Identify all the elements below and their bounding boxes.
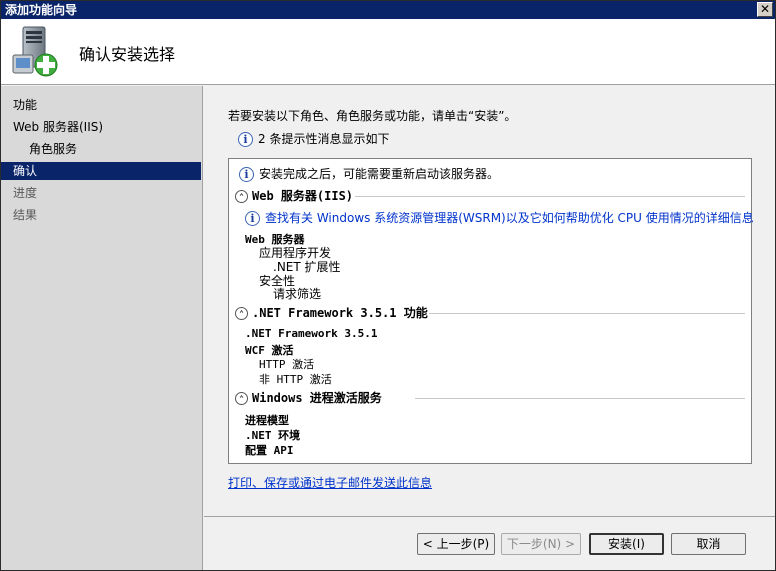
info-summary: i 2 条提示性消息显示如下 xyxy=(238,130,389,148)
section-header-process-activation[interactable]: ⌃ Windows 进程激活服务 xyxy=(235,389,382,406)
list-item: .NET 环境 xyxy=(245,429,301,442)
sidebar-item-features[interactable]: 功能 xyxy=(1,96,201,114)
footer-divider xyxy=(204,516,775,517)
window-title: 添加功能向导 xyxy=(5,3,78,17)
section-title: .NET Framework 3.5.1 功能 xyxy=(252,306,428,320)
list-item: 配置 API xyxy=(245,444,294,457)
title-bar: 添加功能向导 ✕ xyxy=(1,1,775,19)
list-item: 非 HTTP 激活 xyxy=(259,373,332,386)
section-title: Web 服务器(IIS) xyxy=(252,189,354,203)
selection-details-panel[interactable]: i 安装完成之后，可能需要重新启动该服务器。 ⌃ Web 服务器(IIS) i 查找有… xyxy=(228,158,754,464)
section-title: Windows 进程激活服务 xyxy=(252,391,382,405)
section-header-web-server[interactable]: ⌃ Web 服务器(IIS) xyxy=(235,187,353,204)
main-content: 若要安装以下角色、角色服务或功能，请单击“安装”。 i2 条提示性消息显示如下 … xyxy=(204,86,775,570)
wizard-steps-sidebar: 功能 Web 服务器(IIS) 角色服务 确认 进度 结果 xyxy=(1,86,203,570)
section-divider xyxy=(355,196,745,197)
collapse-chevron-icon[interactable]: ⌃ xyxy=(235,307,248,320)
section-divider xyxy=(429,313,745,314)
section-header-net-framework[interactable]: ⌃ .NET Framework 3.5.1 功能 xyxy=(235,304,428,321)
back-button[interactable]: < 上一步(P) xyxy=(417,533,495,555)
wsrm-info-link[interactable]: 查找有关 Windows 系统资源管理器(WSRM)以及它如何帮助优化 CPU … xyxy=(265,211,754,225)
section-divider xyxy=(415,398,745,399)
instruction-text: 若要安装以下角色、角色服务或功能，请单击“安装”。 xyxy=(228,109,517,123)
close-icon: ✕ xyxy=(759,2,771,16)
collapse-chevron-icon[interactable]: ⌃ xyxy=(235,190,248,203)
next-button: 下一步(N) > xyxy=(501,533,581,555)
cancel-button[interactable]: 取消 xyxy=(671,533,746,555)
info-icon: i xyxy=(238,132,253,147)
info-icon: i xyxy=(245,211,260,226)
list-item: .NET Framework 3.5.1 xyxy=(245,327,378,340)
restart-notice: i 安装完成之后，可能需要重新启动该服务器。 xyxy=(239,165,499,182)
sidebar-item-web-server[interactable]: Web 服务器(IIS) xyxy=(1,118,201,136)
list-item: HTTP 激活 xyxy=(259,358,315,371)
page-title: 确认安装选择 xyxy=(79,45,176,64)
sidebar-item-results: 结果 xyxy=(13,208,38,222)
restart-notice-text: 安装完成之后，可能需要重新启动该服务器。 xyxy=(259,167,500,181)
server-add-icon xyxy=(12,26,58,77)
install-button[interactable]: 安装(I) xyxy=(589,533,664,555)
info-summary-text: 2 条提示性消息显示如下 xyxy=(258,132,390,146)
sidebar-item-role-services[interactable]: 角色服务 xyxy=(1,140,201,158)
wsrm-info-line: i 查找有关 Windows 系统资源管理器(WSRM)以及它如何帮助优化 CPU… xyxy=(245,209,754,226)
wizard-header: 确认安装选择 xyxy=(1,19,775,85)
sidebar-item-progress: 进度 xyxy=(13,186,38,200)
list-item: 请求筛选 xyxy=(273,287,322,301)
list-item: 进程模型 xyxy=(245,414,289,427)
print-save-email-link[interactable]: 打印、保存或通过电子邮件发送此信息 xyxy=(228,474,432,491)
sidebar-item-confirmation[interactable]: 确认 xyxy=(1,162,201,180)
info-icon: i xyxy=(239,167,254,182)
close-button[interactable]: ✕ xyxy=(757,2,773,17)
collapse-chevron-icon[interactable]: ⌃ xyxy=(235,392,248,405)
add-features-wizard-window: 添加功能向导 ✕ 确认安装选择 功能 Web 服务器(IIS) 角色服务 确认 … xyxy=(0,0,776,571)
